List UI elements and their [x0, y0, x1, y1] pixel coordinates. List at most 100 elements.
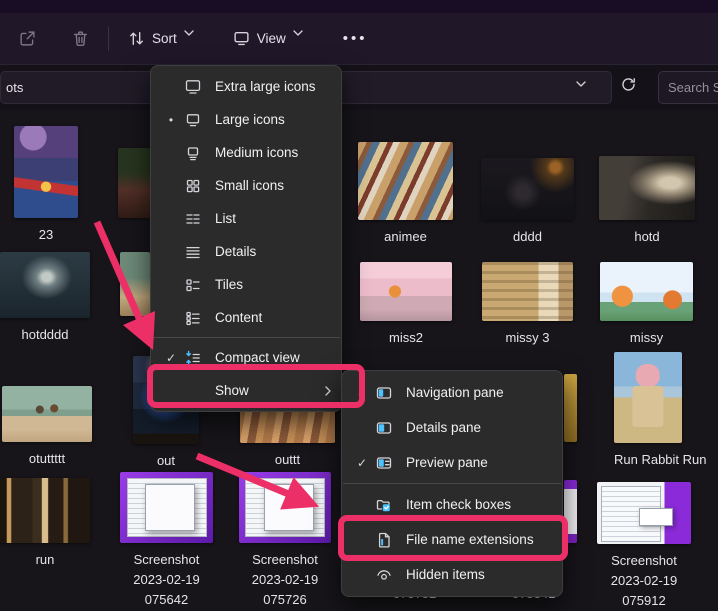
- view-dropdown-menu: Extra large icons • Large icons Medium i…: [150, 65, 342, 412]
- highlight-box-file-name-extensions: [338, 515, 568, 561]
- menu-item-label: Small icons: [215, 178, 331, 193]
- file-item-miss2[interactable]: miss2: [360, 262, 452, 348]
- file-thumbnail: [360, 262, 452, 321]
- menu-item-content[interactable]: Content: [151, 301, 341, 334]
- search-input[interactable]: [658, 71, 718, 104]
- hidden-items-eye-icon: [374, 567, 394, 583]
- menu-item-label: List: [215, 211, 331, 226]
- file-name: missy: [630, 328, 663, 348]
- submenu-item-label: Hidden items: [406, 567, 552, 582]
- file-thumbnail: [14, 126, 78, 218]
- view-label: View: [257, 31, 286, 46]
- delete-button[interactable]: [63, 24, 98, 53]
- submenu-item-preview-pane[interactable]: ✓ Preview pane: [342, 445, 562, 480]
- share-button[interactable]: [10, 24, 45, 53]
- submenu-item-label: Preview pane: [406, 455, 552, 470]
- file-item-run[interactable]: run: [0, 478, 90, 570]
- file-thumbnail: [358, 142, 453, 220]
- command-toolbar: Sort View •••: [0, 13, 718, 65]
- file-item-otuttttt[interactable]: otuttttt: [2, 386, 92, 469]
- details-pane-icon: [374, 420, 394, 436]
- file-name: out: [157, 451, 175, 471]
- checkmark-icon: ✓: [159, 351, 183, 365]
- submenu-item-label: Details pane: [406, 420, 552, 435]
- refresh-button[interactable]: [620, 76, 637, 97]
- file-thumbnail: [120, 472, 213, 543]
- address-history-chevron-icon[interactable]: [576, 81, 593, 98]
- submenu-item-label: Navigation pane: [406, 385, 552, 400]
- show-submenu: ✓ Navigation pane Details pane ✓ Preview…: [341, 370, 563, 597]
- monitor-xl-icon: [183, 79, 203, 95]
- file-item-dddd[interactable]: dddd: [481, 158, 574, 247]
- file-item-screenshot-075912[interactable]: Screenshot 2023-02-19 075912: [597, 482, 691, 611]
- file-item-screenshot-075642[interactable]: Screenshot 2023-02-19 075642: [120, 472, 213, 610]
- file-thumbnail: [0, 252, 90, 318]
- monitor-lg-icon: [183, 112, 203, 128]
- file-name: run: [36, 550, 55, 570]
- file-item-23[interactable]: 23: [14, 126, 78, 245]
- file-name: dddd: [513, 227, 542, 247]
- menu-item-list[interactable]: List: [151, 202, 341, 235]
- small-icons-grid-icon: [183, 178, 203, 194]
- submenu-item-label: Item check boxes: [406, 497, 552, 512]
- file-name: outtt: [275, 450, 300, 470]
- file-name: animee: [384, 227, 427, 247]
- address-path-text: ots: [6, 80, 23, 95]
- tiles-icon: [183, 277, 203, 293]
- file-item-hotd[interactable]: hotd: [599, 156, 695, 247]
- menu-item-label: Content: [215, 310, 331, 325]
- title-bar: [0, 0, 718, 13]
- view-button[interactable]: View: [224, 24, 319, 53]
- file-thumbnail: [239, 472, 331, 543]
- menu-item-label: Compact view: [215, 350, 331, 365]
- file-item-animee[interactable]: animee: [358, 142, 453, 247]
- file-name: Screenshot 2023-02-19 075642: [133, 550, 200, 610]
- details-icon: [183, 244, 203, 260]
- file-thumbnail: [481, 158, 574, 220]
- file-name: Screenshot 2023-02-19 075726: [252, 550, 319, 610]
- file-name: miss2: [389, 328, 423, 348]
- file-item-partial[interactable]: [120, 252, 150, 316]
- menu-item-label: Extra large icons: [215, 79, 331, 94]
- file-explorer-window: { "toolbar": { "sort_label": "Sort", "vi…: [0, 0, 718, 600]
- menu-item-medium-icons[interactable]: Medium icons: [151, 136, 341, 169]
- file-thumbnail: [564, 374, 577, 442]
- menu-item-label: Large icons: [215, 112, 331, 127]
- trash-icon: [72, 30, 89, 47]
- file-item-partial[interactable]: [564, 374, 577, 442]
- file-name: 23: [39, 225, 53, 245]
- file-thumbnail: [482, 262, 573, 321]
- see-more-button[interactable]: •••: [331, 30, 380, 47]
- submenu-item-hidden-items[interactable]: Hidden items: [342, 557, 562, 592]
- menu-item-small-icons[interactable]: Small icons: [151, 169, 341, 202]
- file-item-missy[interactable]: missy: [600, 262, 693, 348]
- submenu-item-navigation-pane[interactable]: ✓ Navigation pane: [342, 375, 562, 410]
- file-item-missy-3[interactable]: missy 3: [482, 262, 573, 348]
- checkmark-icon: ✓: [350, 456, 374, 470]
- file-item-screenshot-075726[interactable]: Screenshot 2023-02-19 075726: [239, 472, 331, 610]
- file-item-run-rabbit-run[interactable]: Run Rabbit Run: [614, 352, 682, 470]
- file-thumbnail: [597, 482, 691, 544]
- menu-item-tiles[interactable]: Tiles: [151, 268, 341, 301]
- menu-item-extra-large-icons[interactable]: Extra large icons: [151, 70, 341, 103]
- menu-item-large-icons[interactable]: • Large icons: [151, 103, 341, 136]
- file-thumbnail: [599, 156, 695, 220]
- file-thumbnail: [2, 386, 92, 442]
- file-item-partial[interactable]: [118, 148, 150, 218]
- preview-pane-icon: [374, 455, 394, 471]
- navigation-pane-icon: [374, 385, 394, 401]
- menu-item-details[interactable]: Details: [151, 235, 341, 268]
- menu-separator: [152, 337, 340, 338]
- menu-item-label: Medium icons: [215, 145, 331, 160]
- highlight-box-show: [147, 364, 365, 408]
- sort-button[interactable]: Sort: [119, 24, 210, 53]
- submenu-separator: [343, 483, 561, 484]
- file-thumbnail: [118, 148, 150, 218]
- toolbar-divider: [108, 27, 109, 51]
- submenu-item-details-pane[interactable]: Details pane: [342, 410, 562, 445]
- sort-label: Sort: [152, 31, 177, 46]
- file-item-hotdddd[interactable]: hotdddd: [0, 252, 90, 345]
- file-name: Run Rabbit Run: [614, 450, 707, 470]
- file-thumbnail: [120, 252, 150, 316]
- address-row: ots: [0, 65, 718, 110]
